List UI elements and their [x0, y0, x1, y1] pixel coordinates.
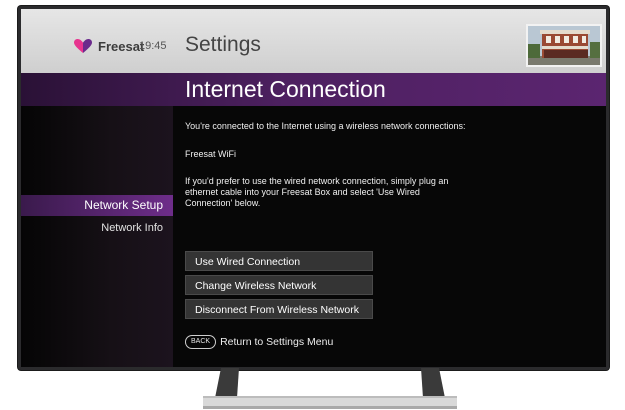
- title-band: Internet Connection: [21, 73, 606, 106]
- instructions-text: If you'd prefer to use the wired network…: [185, 176, 448, 209]
- header-title: Settings: [185, 33, 261, 56]
- network-name: Freesat WiFi: [185, 149, 237, 159]
- clock: 19:45: [139, 40, 167, 52]
- instructions-line-2: ethernet cable into your Freesat Box and…: [185, 187, 420, 197]
- tv-stand: [203, 368, 457, 409]
- connection-status-text: You're connected to the Internet using a…: [185, 121, 466, 131]
- header-bar: Freesat 19:45 Settings: [21, 9, 606, 73]
- page-title: Internet Connection: [185, 76, 386, 102]
- use-wired-connection-button[interactable]: Use Wired Connection: [185, 251, 373, 271]
- freesat-logo-icon: [74, 39, 92, 53]
- change-wireless-network-button[interactable]: Change Wireless Network: [185, 275, 373, 295]
- back-key-icon: BACK: [185, 335, 217, 349]
- instructions-line-3: Connection' below.: [185, 198, 261, 208]
- settings-nav: Network Setup Network Info: [21, 106, 173, 367]
- building-thumbnail-image: [526, 24, 602, 67]
- back-hint[interactable]: BACK Return to Settings Menu: [185, 334, 333, 350]
- freesat-brand: Freesat: [73, 36, 144, 56]
- brand-name: Freesat: [98, 38, 145, 54]
- nav-item-network-setup[interactable]: Network Setup: [21, 195, 173, 216]
- back-label: Return to Settings Menu: [220, 336, 334, 348]
- tv-screen: Freesat 19:45 Settings Internet Connecti…: [21, 9, 606, 367]
- nav-item-network-info[interactable]: Network Info: [21, 218, 173, 239]
- disconnect-wireless-button[interactable]: Disconnect From Wireless Network: [185, 299, 373, 319]
- instructions-line-1: If you'd prefer to use the wired network…: [185, 176, 449, 186]
